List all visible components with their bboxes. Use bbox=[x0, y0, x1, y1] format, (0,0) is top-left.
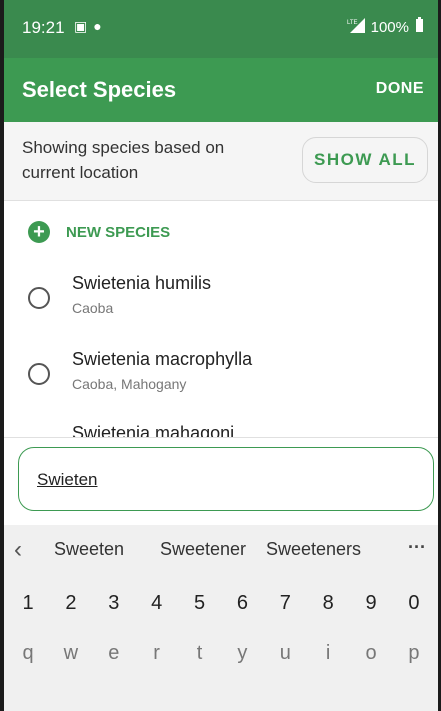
key-q[interactable]: q bbox=[10, 633, 46, 673]
key-4[interactable]: 4 bbox=[139, 583, 175, 623]
status-right: LTE 100% bbox=[347, 17, 424, 37]
suggestion-item[interactable]: Sweeteners bbox=[266, 539, 361, 560]
battery-level: 100% bbox=[370, 18, 409, 36]
key-3[interactable]: 3 bbox=[96, 583, 132, 623]
page-title: Select Species bbox=[22, 77, 177, 102]
account-icon: ● bbox=[93, 18, 102, 34]
key-u[interactable]: u bbox=[267, 633, 303, 673]
done-button[interactable]: DONE bbox=[376, 80, 424, 98]
show-all-button[interactable]: SHOW ALL bbox=[302, 137, 428, 183]
suggestion-strip: ‹ Sweeten Sweetener Sweeteners ··· bbox=[4, 525, 438, 575]
message-icon: ▣ bbox=[74, 18, 88, 34]
search-value: Swieten bbox=[37, 470, 98, 489]
species-name: Swietenia mahagoni bbox=[72, 423, 235, 438]
status-time: 19:21 bbox=[22, 18, 65, 37]
key-t[interactable]: t bbox=[182, 633, 218, 673]
soft-keyboard: ‹ Sweeten Sweetener Sweeteners ··· 1 2 3… bbox=[4, 525, 438, 711]
species-common-name: Caoba, Mahogany bbox=[72, 376, 187, 392]
more-options-icon[interactable]: ··· bbox=[408, 537, 426, 558]
species-item[interactable]: Swietenia macrophylla Caoba, Mahogany bbox=[4, 349, 438, 411]
key-p[interactable]: p bbox=[396, 633, 432, 673]
new-species-label: NEW SPECIES bbox=[66, 223, 171, 241]
key-0[interactable]: 0 bbox=[396, 583, 432, 623]
letter-row: q w e r t y u i o p bbox=[10, 633, 432, 673]
phone-screen: 19:21 ▣ ● LTE 100% Select Species DONE S… bbox=[4, 0, 438, 711]
app-bar: Select Species DONE bbox=[4, 58, 438, 122]
key-i[interactable]: i bbox=[310, 633, 346, 673]
species-name: Swietenia humilis bbox=[72, 273, 212, 293]
key-y[interactable]: y bbox=[224, 633, 260, 673]
location-filter-row: Showing species based on current locatio… bbox=[4, 122, 438, 201]
filter-description: Showing species based on current locatio… bbox=[22, 138, 225, 182]
key-2[interactable]: 2 bbox=[53, 583, 89, 623]
species-item[interactable]: Swietenia mahagoni bbox=[4, 423, 438, 438]
suggestion-item[interactable]: Sweeten bbox=[54, 539, 124, 560]
battery-icon bbox=[415, 17, 424, 37]
species-common-name: Caoba bbox=[72, 300, 114, 316]
species-item[interactable]: Swietenia humilis Caoba bbox=[4, 273, 438, 335]
chevron-left-icon[interactable]: ‹ bbox=[14, 536, 22, 564]
key-e[interactable]: e bbox=[96, 633, 132, 673]
plus-icon: + bbox=[28, 221, 50, 243]
number-row: 1 2 3 4 5 6 7 8 9 0 bbox=[10, 583, 432, 623]
key-9[interactable]: 9 bbox=[353, 583, 389, 623]
radio-button[interactable] bbox=[28, 287, 50, 309]
new-species-button[interactable]: + NEW SPECIES bbox=[28, 221, 170, 243]
key-w[interactable]: w bbox=[53, 633, 89, 673]
key-6[interactable]: 6 bbox=[224, 583, 260, 623]
key-8[interactable]: 8 bbox=[310, 583, 346, 623]
suggestion-item[interactable]: Sweetener bbox=[160, 539, 246, 560]
search-area: Swieten bbox=[4, 437, 438, 526]
key-r[interactable]: r bbox=[139, 633, 175, 673]
species-search-input[interactable]: Swieten bbox=[18, 447, 434, 511]
species-list[interactable]: + NEW SPECIES Swietenia humilis Caoba Sw… bbox=[4, 201, 438, 438]
species-name: Swietenia macrophylla bbox=[72, 349, 253, 369]
signal-icon: LTE bbox=[347, 17, 365, 37]
key-o[interactable]: o bbox=[353, 633, 389, 673]
key-1[interactable]: 1 bbox=[10, 583, 46, 623]
status-bar: 19:21 ▣ ● LTE 100% bbox=[4, 0, 438, 58]
svg-text:LTE: LTE bbox=[347, 20, 358, 26]
status-notification-icons: ▣ ● bbox=[74, 18, 102, 35]
radio-button[interactable] bbox=[28, 363, 50, 385]
key-5[interactable]: 5 bbox=[182, 583, 218, 623]
key-7[interactable]: 7 bbox=[267, 583, 303, 623]
